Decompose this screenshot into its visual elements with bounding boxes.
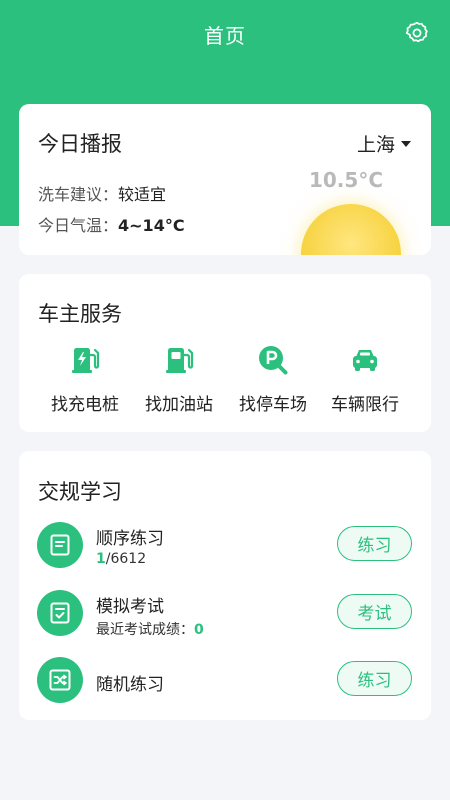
item-name: 随机练习 — [96, 675, 164, 695]
temp-range-value: 4~14°C — [118, 216, 185, 235]
service-label: 找加油站 — [145, 395, 213, 415]
score-value: 0 — [194, 622, 204, 638]
wash-value: 较适宜 — [118, 185, 167, 204]
car-icon — [353, 350, 377, 371]
weather-card: 今日播报 上海 洗车建议：较适宜 今日气温：4~14°C 10.5°C — [19, 104, 431, 255]
practice-button[interactable]: 练习 — [337, 661, 412, 696]
city-selector[interactable]: 上海 — [357, 130, 411, 157]
charging-station-icon — [72, 348, 100, 373]
temperature-range: 今日气温：4~14°C — [38, 212, 185, 236]
progress-text: 1/6612 — [96, 551, 146, 567]
exam-button[interactable]: 考试 — [337, 594, 412, 629]
list-item-mock-exam[interactable]: 模拟考试 最近考试成绩：0 考试 — [19, 590, 431, 640]
list-item-sequential-practice[interactable]: 顺序练习 1/6612 练习 — [19, 522, 431, 572]
study-card: 交规学习 顺序练习 1/6612 练习 模拟考试 最近考试成绩：0 考试 随机练… — [19, 451, 431, 720]
services-title: 车主服务 — [38, 302, 122, 326]
service-parking[interactable]: 找停车场 — [225, 344, 321, 415]
service-label: 车辆限行 — [331, 395, 399, 415]
settings-button[interactable] — [404, 20, 430, 46]
services-card: 车主服务 找充电桩 找加油站 找停车场 车辆限行 — [19, 274, 431, 432]
page-title: 首页 — [204, 23, 246, 48]
sun-icon — [301, 204, 401, 255]
top-bar: 首页 — [0, 0, 450, 68]
service-restriction[interactable]: 车辆限行 — [317, 344, 413, 415]
parking-search-icon — [259, 346, 288, 375]
weather-title: 今日播报 — [38, 132, 122, 156]
shuffle-icon — [37, 657, 83, 703]
service-label: 找停车场 — [239, 395, 307, 415]
service-charging[interactable]: 找充电桩 — [37, 344, 133, 415]
caret-down-icon — [401, 140, 411, 147]
item-name: 顺序练习 — [96, 529, 164, 549]
study-title: 交规学习 — [38, 480, 122, 504]
gas-station-icon — [166, 348, 194, 373]
practice-button[interactable]: 练习 — [337, 526, 412, 561]
wash-label: 洗车建议： — [38, 185, 119, 204]
wash-advice: 洗车建议：较适宜 — [38, 181, 166, 205]
progress-total: /6612 — [105, 551, 147, 567]
score-label: 最近考试成绩： — [96, 622, 194, 638]
gear-icon — [405, 21, 428, 43]
city-name: 上海 — [356, 134, 395, 156]
progress-done: 1 — [96, 551, 106, 567]
service-label: 找充电桩 — [51, 395, 119, 415]
service-gas[interactable]: 找加油站 — [131, 344, 227, 415]
score-text: 最近考试成绩：0 — [96, 619, 204, 639]
current-temperature: 10.5°C — [308, 168, 383, 192]
list-item-random-practice[interactable]: 随机练习 练习 — [19, 657, 431, 707]
document-icon — [37, 522, 83, 568]
temp-label: 今日气温： — [38, 216, 119, 235]
checklist-icon — [37, 590, 83, 636]
item-name: 模拟考试 — [96, 597, 164, 617]
